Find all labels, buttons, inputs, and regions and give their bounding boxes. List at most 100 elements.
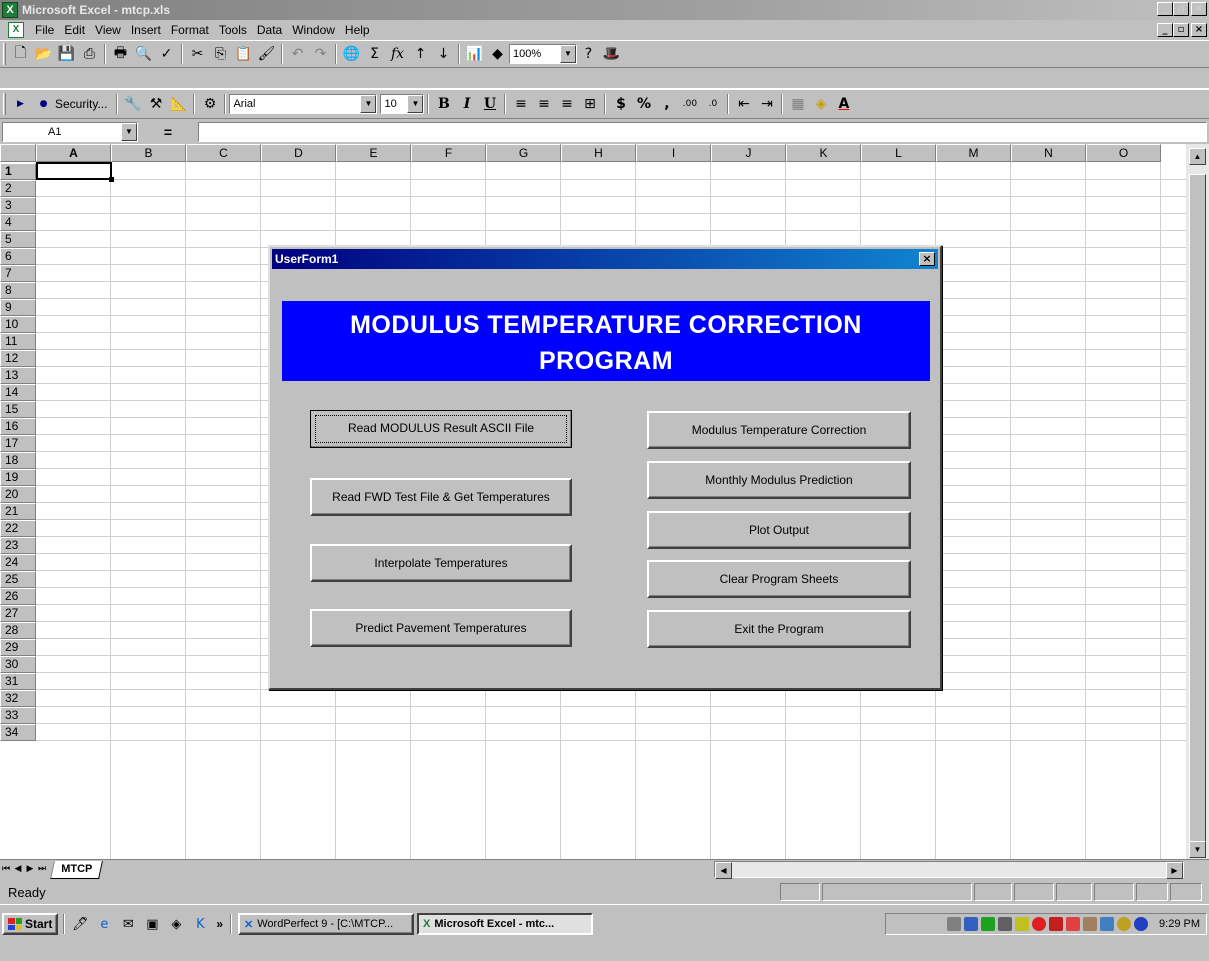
close-button[interactable]: × [1191,2,1207,16]
app-quicklaunch-icon[interactable]: ▣ [142,914,162,934]
tray-volume-icon[interactable] [1015,917,1030,931]
save-icon[interactable]: 💾 [55,43,78,65]
clear-sheets-button[interactable]: Clear Program Sheets [647,560,911,598]
row-header-34[interactable]: 34 [0,724,36,741]
name-box[interactable]: A1 ▼ [2,122,138,142]
tray-app-icon-6[interactable] [1100,917,1115,931]
column-header-g[interactable]: G [486,144,561,162]
paste-icon[interactable]: 📋 [232,43,255,65]
formula-input[interactable] [198,122,1207,142]
row-header-3[interactable]: 3 [0,197,36,214]
edit-formula-button[interactable]: = [138,124,198,140]
row-header-5[interactable]: 5 [0,231,36,248]
new-icon[interactable]: 🗋 [9,43,32,65]
column-header-o[interactable]: O [1086,144,1161,162]
font-size-select[interactable]: 10 ▼ [380,94,425,114]
row-header-4[interactable]: 4 [0,214,36,231]
function-icon[interactable]: fx [386,43,409,65]
menu-tools[interactable]: Tools [214,23,252,37]
outlook-icon[interactable]: ✉ [118,914,138,934]
column-header-l[interactable]: L [861,144,936,162]
menu-view[interactable]: View [90,23,126,37]
scroll-right-arrow-icon[interactable]: ▶ [1166,862,1183,879]
monthly-prediction-button[interactable]: Monthly Modulus Prediction [647,461,911,499]
userform-title-bar[interactable]: UserForm1 × [272,249,938,269]
row-header-32[interactable]: 32 [0,690,36,707]
decrease-indent-icon[interactable]: ⇤ [732,93,755,115]
row-header-30[interactable]: 30 [0,656,36,673]
print-preview-icon[interactable]: 🔍 [132,43,155,65]
toolbar-grip[interactable] [3,43,6,65]
column-header-c[interactable]: C [186,144,261,162]
record-icon[interactable]: ● [32,93,55,115]
menu-file[interactable]: File [30,23,59,37]
column-header-m[interactable]: M [936,144,1011,162]
play-icon[interactable]: ▶ [9,93,32,115]
sort-ascending-icon[interactable]: ↑ [409,43,432,65]
align-left-icon[interactable]: ≡ [509,93,532,115]
chevron-down-icon[interactable]: ▼ [121,123,137,141]
increase-decimal-icon[interactable]: .00 [678,93,701,115]
column-header-f[interactable]: F [411,144,486,162]
tray-app-icon-3[interactable] [1049,917,1064,931]
next-sheet-icon[interactable]: ▶ [24,863,36,877]
tray-app-icon-2[interactable] [981,917,996,931]
scroll-down-arrow-icon[interactable]: ▼ [1189,841,1206,858]
tray-monitor-icon[interactable] [998,917,1013,931]
column-header-e[interactable]: E [336,144,411,162]
menu-edit[interactable]: Edit [59,23,90,37]
column-header-b[interactable]: B [111,144,186,162]
hyperlink-icon[interactable]: 🌐 [340,43,363,65]
app-quicklaunch-icon-2[interactable]: ◈ [166,914,186,934]
drawing-icon[interactable]: ◆ [486,43,509,65]
vertical-scroll-thumb[interactable] [1189,174,1206,842]
font-color-icon[interactable]: A [832,93,855,115]
row-header-23[interactable]: 23 [0,537,36,554]
format-painter-icon[interactable]: 🖌 [255,43,278,65]
toolbar-grip[interactable] [3,93,6,115]
row-header-21[interactable]: 21 [0,503,36,520]
modulus-correction-button[interactable]: Modulus Temperature Correction [647,411,911,449]
document-icon[interactable]: X [8,22,24,38]
row-header-33[interactable]: 33 [0,707,36,724]
column-header-j[interactable]: J [711,144,786,162]
sheet-tab-mtcp[interactable]: MTCP [50,860,104,879]
spelling-icon[interactable]: ✓ [155,43,178,65]
web-save-icon[interactable]: ⎙ [78,43,101,65]
scroll-left-arrow-icon[interactable]: ◀ [715,862,732,879]
comma-style-icon[interactable]: , [655,93,678,115]
restore-button[interactable]: ▫ [1173,2,1189,16]
menu-insert[interactable]: Insert [126,23,166,37]
read-modulus-button[interactable]: Read MODULUS Result ASCII File [310,410,572,448]
chevron-down-icon[interactable]: ▼ [560,45,576,63]
design-mode-icon[interactable]: 📐 [167,93,190,115]
doc-close-button[interactable]: × [1191,23,1207,37]
minimize-button[interactable]: _ [1157,2,1173,16]
row-header-9[interactable]: 9 [0,299,36,316]
tray-antivirus-icon[interactable] [1032,917,1047,931]
row-header-8[interactable]: 8 [0,282,36,299]
chevron-down-icon[interactable]: ▼ [407,95,424,113]
row-header-2[interactable]: 2 [0,180,36,197]
excel-app-icon[interactable]: X [2,2,18,18]
vertical-scrollbar[interactable]: ▲ ▼ [1186,144,1209,859]
plot-output-button[interactable]: Plot Output [647,511,911,549]
tray-network-icon[interactable] [947,917,962,931]
menu-data[interactable]: Data [252,23,287,37]
undo-icon[interactable]: ↶ [286,43,309,65]
row-header-26[interactable]: 26 [0,588,36,605]
tray-app-icon-5[interactable] [1083,917,1098,931]
app-quicklaunch-icon-3[interactable]: K [190,914,210,934]
row-header-12[interactable]: 12 [0,350,36,367]
row-header-17[interactable]: 17 [0,435,36,452]
open-icon[interactable]: 📂 [32,43,55,65]
row-header-24[interactable]: 24 [0,554,36,571]
tray-messenger-icon[interactable] [1134,917,1149,931]
row-header-19[interactable]: 19 [0,469,36,486]
font-name-select[interactable]: Arial ▼ [229,94,378,114]
security-button[interactable]: Security... [55,97,107,111]
office-assistant-icon[interactable]: 🎩 [600,43,623,65]
userform-close-icon[interactable]: × [919,252,935,266]
menu-format[interactable]: Format [166,23,214,37]
sort-descending-icon[interactable]: ↓ [432,43,455,65]
